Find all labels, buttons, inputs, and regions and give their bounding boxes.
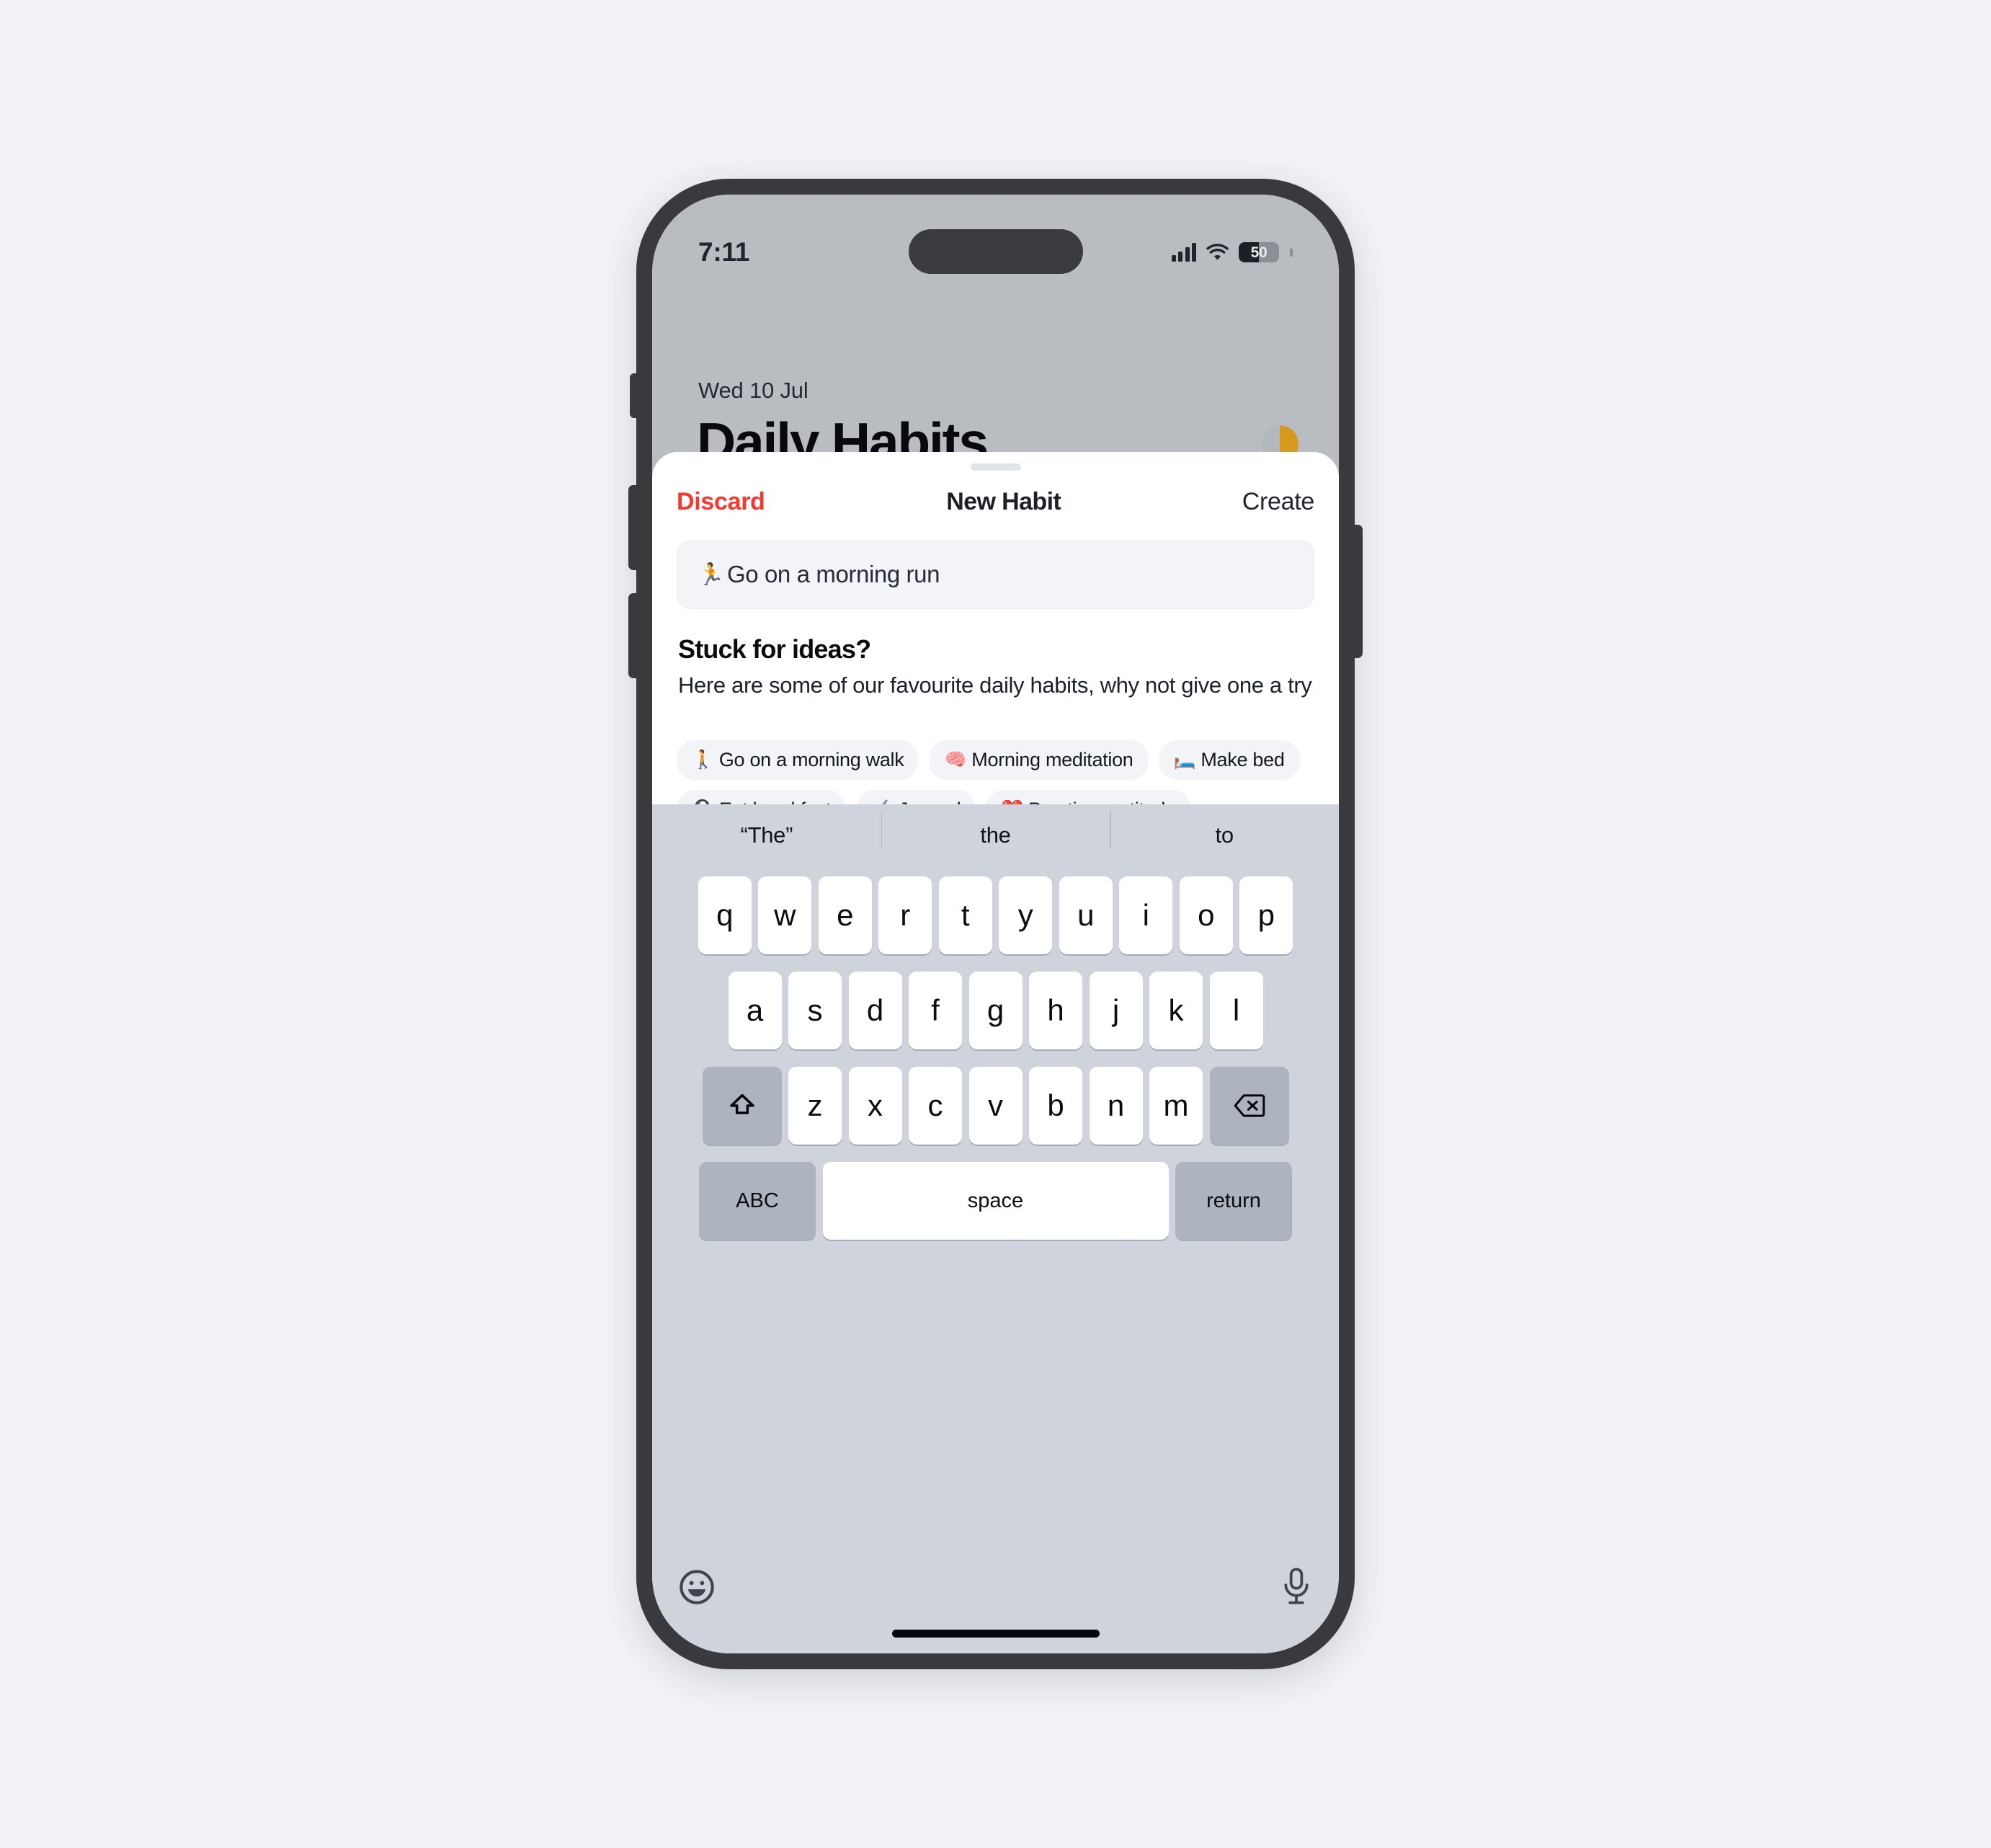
ideas-heading: Stuck for ideas? bbox=[678, 634, 871, 664]
key-w[interactable]: w bbox=[758, 876, 812, 954]
sheet-grabber-handle[interactable] bbox=[970, 463, 1021, 471]
key-q[interactable]: q bbox=[698, 876, 752, 954]
key-x[interactable]: x bbox=[848, 1067, 902, 1145]
power-button[interactable] bbox=[1353, 525, 1363, 658]
runner-emoji-icon: 🏃 bbox=[698, 562, 724, 587]
keyboard-row-4: ABC space return bbox=[652, 1162, 1339, 1240]
shift-key[interactable] bbox=[702, 1067, 782, 1145]
emoji-smiley-icon[interactable] bbox=[678, 1568, 716, 1606]
app-date-label: Wed 10 Jul bbox=[698, 378, 809, 403]
suggestion-2[interactable]: the bbox=[881, 811, 1110, 848]
keyboard-suggestion-bar: “The” the to bbox=[652, 804, 1339, 866]
habit-suggestion-chip[interactable]: 🧠 Morning meditation bbox=[929, 740, 1149, 780]
habit-name-input[interactable]: 🏃 Go on a morning run bbox=[677, 540, 1314, 609]
key-m[interactable]: m bbox=[1149, 1067, 1203, 1145]
status-indicators: 50 bbox=[1171, 242, 1293, 262]
key-j[interactable]: j bbox=[1089, 972, 1143, 1049]
habit-suggestion-chip[interactable]: 🚶 Go on a morning walk bbox=[677, 740, 919, 780]
keyboard-row-3: zxcvbnm bbox=[652, 1067, 1339, 1145]
ideas-description: Here are some of our favourite daily hab… bbox=[678, 672, 1312, 698]
chip-label: Go on a morning walk bbox=[718, 749, 904, 770]
chip-emoji-icon: 🧠 bbox=[944, 750, 967, 770]
row3-letter-keys: zxcvbnm bbox=[788, 1067, 1203, 1145]
chip-emoji-icon: 🛏️ bbox=[1173, 750, 1196, 770]
key-c[interactable]: c bbox=[909, 1067, 962, 1145]
new-habit-sheet: Discard New Habit Create 🏃 Go on a morni… bbox=[652, 452, 1339, 879]
battery-level-label: 50 bbox=[1250, 244, 1268, 261]
battery-nub-icon bbox=[1290, 248, 1293, 257]
abc-key[interactable]: ABC bbox=[699, 1162, 816, 1240]
mute-switch-button[interactable] bbox=[630, 373, 638, 418]
backspace-icon bbox=[1234, 1094, 1265, 1117]
key-h[interactable]: h bbox=[1029, 972, 1082, 1049]
key-s[interactable]: s bbox=[788, 972, 842, 1049]
key-z[interactable]: z bbox=[788, 1067, 842, 1145]
key-y[interactable]: y bbox=[999, 876, 1053, 954]
key-v[interactable]: v bbox=[968, 1067, 1023, 1145]
status-bar: 7:11 50 bbox=[652, 232, 1339, 272]
habit-suggestion-chip[interactable]: 🛏️ Make bed bbox=[1158, 740, 1300, 780]
battery-icon: 50 bbox=[1239, 242, 1279, 262]
suggestion-1[interactable]: “The” bbox=[652, 822, 881, 848]
phone-frame: 7:11 50 Wed 10 Jul Daily Habits Discard … bbox=[628, 179, 1363, 1669]
home-indicator[interactable] bbox=[891, 1630, 1100, 1638]
key-e[interactable]: e bbox=[818, 876, 872, 954]
space-key[interactable]: space bbox=[822, 1162, 1169, 1240]
key-t[interactable]: t bbox=[938, 876, 992, 954]
chip-label: Morning meditation bbox=[971, 749, 1133, 770]
sheet-title: New Habit bbox=[946, 487, 1061, 515]
key-p[interactable]: p bbox=[1239, 876, 1293, 954]
phone-screen: 7:11 50 Wed 10 Jul Daily Habits Discard … bbox=[652, 195, 1339, 1653]
chip-label: Make bed bbox=[1201, 749, 1285, 770]
key-d[interactable]: d bbox=[848, 972, 902, 1049]
key-u[interactable]: u bbox=[1059, 876, 1113, 954]
key-k[interactable]: k bbox=[1149, 972, 1203, 1049]
screenshot-canvas: 7:11 50 Wed 10 Jul Daily Habits Discard … bbox=[0, 0, 1991, 1848]
keyboard-row-2: asdfghjkl bbox=[652, 972, 1339, 1049]
backspace-key[interactable] bbox=[1209, 1067, 1289, 1145]
cellular-bars-icon bbox=[1171, 243, 1196, 262]
keyboard-bottom-bar bbox=[652, 1558, 1339, 1653]
volume-down-button[interactable] bbox=[628, 593, 638, 678]
key-g[interactable]: g bbox=[968, 972, 1023, 1049]
key-f[interactable]: f bbox=[909, 972, 962, 1049]
key-b[interactable]: b bbox=[1029, 1067, 1082, 1145]
key-n[interactable]: n bbox=[1089, 1067, 1143, 1145]
key-r[interactable]: r bbox=[878, 876, 932, 954]
discard-button[interactable]: Discard bbox=[677, 488, 765, 516]
shift-arrow-icon bbox=[729, 1093, 754, 1114]
habit-input-placeholder: Go on a morning run bbox=[726, 561, 940, 587]
chip-emoji-icon: 🚶 bbox=[692, 750, 714, 770]
create-button[interactable]: Create bbox=[1242, 488, 1315, 516]
suggestion-3[interactable]: to bbox=[1110, 811, 1339, 848]
key-l[interactable]: l bbox=[1209, 972, 1263, 1049]
return-key[interactable]: return bbox=[1175, 1162, 1292, 1240]
key-o[interactable]: o bbox=[1179, 876, 1233, 954]
microphone-icon[interactable] bbox=[1281, 1567, 1311, 1607]
wifi-icon bbox=[1206, 244, 1229, 260]
ios-keyboard: “The” the to qwertyuiop asdfghjkl zxcvbnm bbox=[652, 804, 1339, 1653]
keyboard-row-1: qwertyuiop bbox=[652, 876, 1339, 954]
key-a[interactable]: a bbox=[728, 972, 782, 1049]
volume-up-button[interactable] bbox=[628, 485, 638, 570]
key-i[interactable]: i bbox=[1119, 876, 1173, 954]
status-time: 7:11 bbox=[698, 237, 750, 267]
sheet-header: Discard New Habit Create bbox=[652, 482, 1339, 521]
